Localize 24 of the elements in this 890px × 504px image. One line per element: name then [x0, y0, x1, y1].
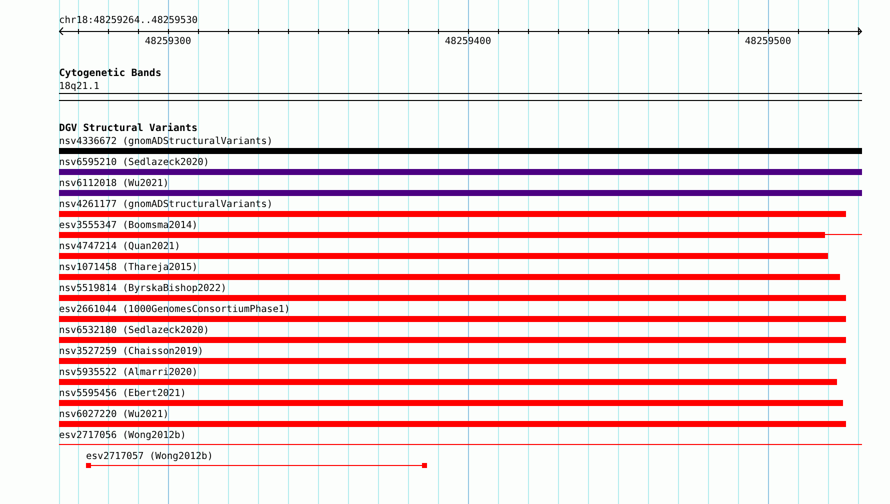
feature-label: nsv4261177 (gnomADStructuralVariants) [59, 198, 273, 211]
feature-label: nsv5519814 (ByrskaBishop2022) [59, 282, 227, 295]
ruler-title: chr18:48259264..48259530 [59, 14, 198, 27]
feature-label: nsv4336672 (gnomADStructuralVariants) [59, 135, 273, 148]
feature-label: 18q21.1 [59, 80, 100, 93]
track-title: Cytogenetic Bands [59, 67, 162, 80]
tick-label: 48259400 [444, 35, 492, 48]
feature-label: nsv6112018 (Wu2021) [59, 177, 169, 190]
feature-label: nsv4747214 (Quan2021) [59, 240, 180, 253]
feature-label: nsv1071458 (Thareja2015) [59, 261, 198, 274]
feature-label: esv2717056 (Wong2012b) [59, 429, 186, 442]
feature-label: nsv5935522 (Almarri2020) [59, 366, 198, 379]
feature-label: esv2717057 (Wong2012b) [86, 450, 214, 463]
feature-label: nsv6027220 (Wu2021) [59, 408, 169, 421]
feature-label: nsv5595456 (Ebert2021) [59, 387, 186, 400]
feature-label: esv2661044 (1000GenomesConsortiumPhase1) [59, 303, 290, 316]
feature-label: esv3555347 (Boomsma2014) [59, 219, 198, 232]
tick-label: 48259300 [144, 35, 192, 48]
feature-label: nsv6532180 (Sedlazeck2020) [59, 324, 210, 337]
connector-line [825, 234, 862, 235]
feature-label: nsv6595210 (Sedlazeck2020) [59, 156, 210, 169]
feature-label: nsv3527259 (Chaisson2019) [59, 345, 204, 358]
tick-label: 48259500 [744, 35, 792, 48]
track-title: DGV Structural Variants [59, 122, 198, 135]
